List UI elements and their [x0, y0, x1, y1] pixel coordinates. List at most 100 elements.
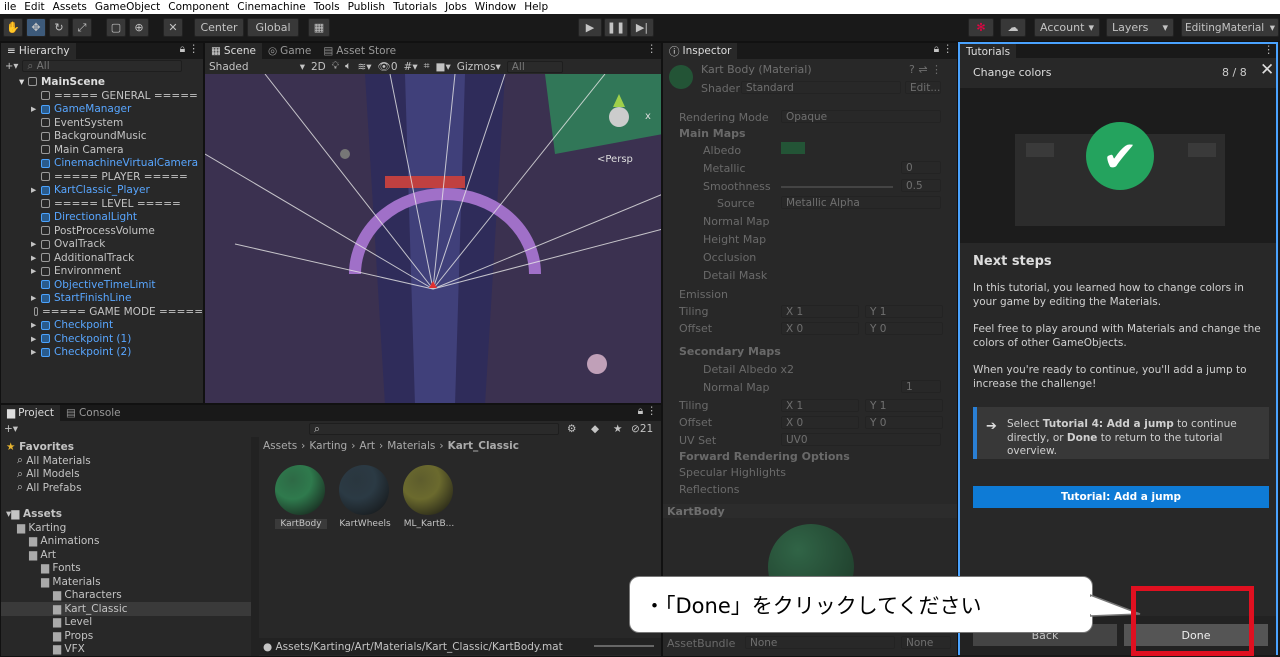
tab-console[interactable]: ▤ Console — [60, 405, 127, 421]
hierarchy-item[interactable]: ▸ Checkpoint — [1, 319, 203, 333]
menu-item-cinemachine[interactable]: Cinemachine — [233, 1, 310, 13]
rect-tool-button[interactable]: ▢ — [106, 18, 126, 37]
hierarchy-item[interactable]: Main Camera — [1, 143, 203, 157]
smoothness-field[interactable]: 0.5 — [901, 179, 941, 192]
hierarchy-item[interactable]: ===== LEVEL ===== — [1, 197, 203, 211]
folder-item[interactable]: ▆ Level — [1, 616, 251, 630]
folder-item[interactable]: ▆ VFX — [1, 643, 251, 657]
pause-button[interactable]: ❚❚ — [604, 18, 628, 37]
hand-tool-button[interactable]: ✋ — [3, 18, 23, 37]
hierarchy-item[interactable]: PostProcessVolume — [1, 224, 203, 238]
scene-search-input[interactable]: All — [506, 60, 563, 73]
menu-icon[interactable]: ⋮ — [1264, 44, 1277, 58]
tiling-x-field[interactable]: X 1 — [781, 305, 859, 318]
pivot-center-toggle[interactable]: Center — [194, 18, 244, 37]
folder-item[interactable]: ▆ Karting — [1, 521, 251, 535]
project-search-input[interactable]: ⌕ — [309, 423, 559, 435]
menu-item-jobs[interactable]: Jobs — [441, 1, 471, 13]
filter-type-icon[interactable]: ⚙︎ — [567, 423, 576, 435]
normal-scale-field[interactable]: 1 — [901, 380, 941, 393]
custom-tool-button[interactable]: ✕ — [163, 18, 183, 37]
tutorial-add-jump-button[interactable]: Tutorial: Add a jump — [973, 486, 1269, 508]
hierarchy-item[interactable]: ===== GENERAL ===== — [1, 89, 203, 103]
lock-icon[interactable]: 🔒︎ ⋮ — [180, 43, 203, 59]
account-dropdown[interactable]: Account ▾ — [1034, 18, 1100, 37]
breadcrumb-item[interactable]: Assets — [263, 440, 297, 454]
lock-icon[interactable]: 🔒︎ ⋮ — [638, 405, 661, 421]
hierarchy-item[interactable]: ▸ StartFinishLine — [1, 292, 203, 306]
scene-viewport[interactable]: <Persp x — [205, 74, 662, 404]
folder-item[interactable]: ▆ Kart_Classic — [1, 602, 251, 616]
tiling-x-field[interactable]: X 1 — [781, 399, 859, 412]
step-button[interactable]: ▶| — [630, 18, 654, 37]
menu-item-help[interactable]: Help — [520, 1, 552, 13]
hierarchy-item[interactable]: ▸ OvalTrack — [1, 238, 203, 252]
breadcrumb-item[interactable]: Art — [359, 440, 375, 454]
material-asset[interactable]: KartWheels — [339, 465, 391, 529]
layout-dropdown[interactable]: EditingMaterial ▾ — [1181, 18, 1279, 37]
source-dropdown[interactable]: Metallic Alpha — [781, 196, 941, 209]
assetbundle-variant-dropdown[interactable]: None — [901, 636, 951, 649]
assets-header[interactable]: ▾▆ Assets — [1, 507, 251, 521]
menu-item-ile[interactable]: ile — [0, 1, 20, 13]
menu-item-gameobject[interactable]: GameObject — [91, 1, 164, 13]
menu-item-publish[interactable]: Publish — [344, 1, 389, 13]
rotate-tool-button[interactable]: ↻ — [49, 18, 69, 37]
tree-scrollbar[interactable] — [251, 437, 259, 656]
tiling-y-field[interactable]: Y 1 — [865, 399, 943, 412]
tiling-y-field[interactable]: Y 1 — [865, 305, 943, 318]
play-button[interactable]: ▶ — [578, 18, 602, 37]
layers-dropdown[interactable]: Layers ▾ — [1106, 18, 1174, 37]
hidden-objects-toggle[interactable]: 👁︎0 — [378, 60, 398, 73]
tab-project[interactable]: ▆ Project — [1, 405, 61, 421]
close-icon[interactable]: ✕ — [1260, 60, 1274, 80]
favorite-item[interactable]: ⌕ All Models — [1, 468, 251, 482]
offset-y-field[interactable]: Y 0 — [865, 416, 943, 429]
snap-icon[interactable]: ⌗ — [424, 60, 430, 73]
shading-dropdown[interactable]: Shaded ▾ — [209, 61, 305, 73]
tab-game[interactable]: ◎ Game — [262, 43, 317, 59]
folder-item[interactable]: ▆ Animations — [1, 535, 251, 549]
shader-dropdown[interactable]: Standard — [741, 81, 901, 94]
edit-shader-button[interactable]: Edit... — [905, 81, 941, 94]
add-button[interactable]: +▾ — [1, 61, 22, 72]
pivot-global-toggle[interactable]: Global — [247, 18, 299, 37]
folder-item[interactable]: ▆ Materials — [1, 575, 251, 589]
albedo-color-swatch[interactable] — [781, 142, 805, 154]
menu-icon[interactable]: ⋮ — [647, 43, 662, 59]
effects-icon[interactable]: ≋▾ — [357, 61, 371, 73]
scene-root[interactable]: ▾ MainScene — [1, 75, 203, 89]
collab-button[interactable]: ✻ — [968, 18, 994, 37]
menu-item-tools[interactable]: Tools — [310, 1, 344, 13]
light-icon[interactable]: 💡︎ — [332, 60, 339, 73]
create-button[interactable]: +▾ — [1, 423, 21, 435]
tab-asset-store[interactable]: ▤ Asset Store — [317, 43, 402, 59]
hierarchy-item[interactable]: ▸ Checkpoint (2) — [1, 346, 203, 360]
hierarchy-item[interactable]: CinemachineVirtualCamera — [1, 157, 203, 171]
tab-tutorials[interactable]: Tutorials — [960, 44, 1017, 60]
hierarchy-item[interactable]: ▸ Checkpoint (1) — [1, 332, 203, 346]
menu-item-assets[interactable]: Assets — [49, 1, 91, 13]
hierarchy-item[interactable]: ▸ GameManager — [1, 103, 203, 117]
offset-x-field[interactable]: X 0 — [781, 322, 859, 335]
grid-toggle-icon[interactable]: #▾ — [404, 61, 418, 73]
menu-item-tutorials[interactable]: Tutorials — [389, 1, 441, 13]
transform-tool-button[interactable]: ⊕ — [129, 18, 149, 37]
audio-icon[interactable]: 🔈︎ — [345, 60, 351, 73]
smoothness-slider[interactable] — [781, 186, 893, 188]
favorite-item[interactable]: ⌕ All Prefabs — [1, 481, 251, 495]
hierarchy-item[interactable]: ObjectiveTimeLimit — [1, 278, 203, 292]
hierarchy-item[interactable]: ===== GAME MODE ===== — [1, 305, 203, 319]
metallic-field[interactable]: 0 — [901, 161, 941, 174]
hierarchy-item[interactable]: DirectionalLight — [1, 211, 203, 225]
scale-tool-button[interactable]: ⤢ — [72, 18, 92, 37]
rendering-mode-dropdown[interactable]: Opaque — [781, 110, 941, 123]
hierarchy-item[interactable]: ===== PLAYER ===== — [1, 170, 203, 184]
grid-snap-button[interactable]: ▦ — [308, 18, 330, 37]
folder-item[interactable]: ▆ Props — [1, 629, 251, 643]
label-icon[interactable]: ◆ — [591, 423, 599, 435]
uv-set-dropdown[interactable]: UV0 — [781, 433, 941, 446]
hierarchy-item[interactable]: ▸ AdditionalTrack — [1, 251, 203, 265]
hierarchy-item[interactable]: EventSystem — [1, 116, 203, 130]
tab-scene[interactable]: ▦ Scene — [205, 43, 262, 59]
